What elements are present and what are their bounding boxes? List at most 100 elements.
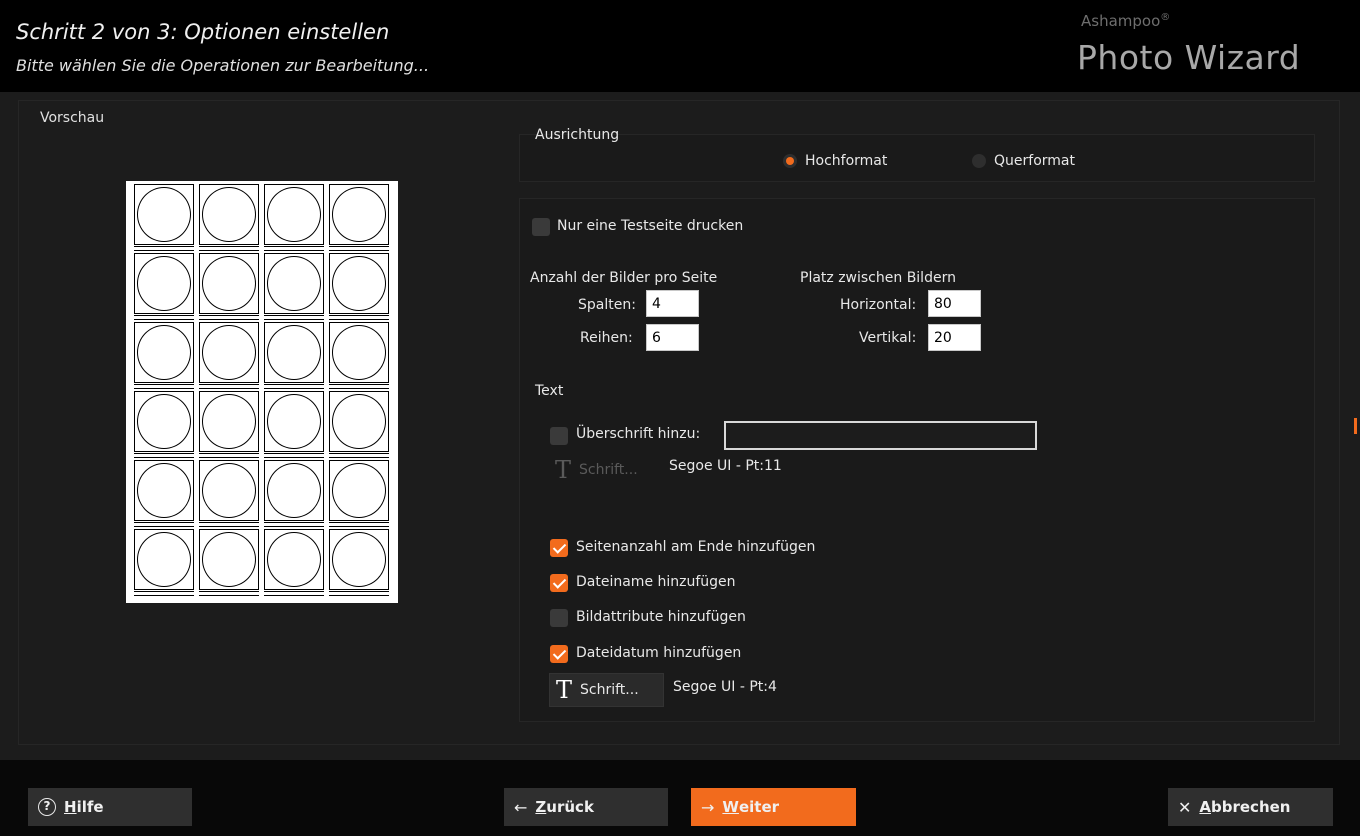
preview-thumbnail <box>329 529 389 590</box>
preview-caption-lines <box>329 453 389 458</box>
preview-caption-lines <box>134 453 194 458</box>
rows-input[interactable] <box>646 324 699 351</box>
preview-image-placeholder <box>202 325 256 380</box>
radio-landscape-label[interactable]: Querformat <box>994 153 1075 169</box>
cancel-accel: A <box>1199 798 1212 816</box>
cancel-button[interactable]: ✕ Abbrechen <box>1168 788 1333 826</box>
preview-label: Vorschau <box>40 110 105 126</box>
edge-accent <box>1354 418 1357 434</box>
heading-font-button-label: Schrift... <box>579 462 638 478</box>
brand-product: Photo Wizard <box>1077 38 1301 77</box>
preview-thumbnail <box>134 391 194 452</box>
heading-font-info: Segoe UI - Pt:11 <box>669 458 782 474</box>
back-text: urück <box>546 798 594 816</box>
footer-bar: ? Hilfe ← Zurück → Weiter ✕ Abbrechen <box>0 760 1360 836</box>
help-accel: H <box>64 798 77 816</box>
next-accel: W <box>722 798 739 816</box>
preview-image-placeholder <box>332 532 386 587</box>
step-title: Schritt 2 von 3: Optionen einstellen <box>16 20 390 44</box>
preview-image-placeholder <box>137 256 191 311</box>
image-attributes-label[interactable]: Bildattribute hinzufügen <box>576 609 746 625</box>
preview-image-placeholder <box>332 256 386 311</box>
preview-thumbnail <box>199 184 259 245</box>
preview-caption-lines <box>199 453 259 458</box>
heading-label[interactable]: Überschrift hinzu: <box>576 426 700 442</box>
preview-thumbnail <box>199 529 259 590</box>
vertical-input[interactable] <box>928 324 981 351</box>
filename-checkbox[interactable] <box>550 574 568 592</box>
test-page-checkbox[interactable] <box>532 218 550 236</box>
back-button[interactable]: ← Zurück <box>504 788 668 826</box>
font-t-icon: T <box>556 676 573 704</box>
preview-image-placeholder <box>137 325 191 380</box>
preview-thumbnail <box>199 391 259 452</box>
preview-image-placeholder <box>137 394 191 449</box>
preview-thumbnail <box>199 253 259 314</box>
preview-caption-lines <box>264 522 324 527</box>
font-t-icon: T <box>555 456 572 484</box>
spacing-label: Platz zwischen Bildern <box>800 270 956 286</box>
radio-portrait[interactable] <box>783 154 797 168</box>
preview-image-placeholder <box>137 463 191 518</box>
radio-landscape[interactable] <box>972 154 986 168</box>
preview-thumbnail <box>264 529 324 590</box>
preview-image-placeholder <box>332 187 386 242</box>
preview-thumbnail <box>264 391 324 452</box>
heading-input[interactable] <box>724 421 1037 450</box>
preview-caption-lines <box>199 315 259 320</box>
preview-thumbnail <box>329 460 389 521</box>
heading-checkbox[interactable] <box>550 427 568 445</box>
preview-thumbnail <box>199 322 259 383</box>
preview-image-placeholder <box>202 187 256 242</box>
file-date-label[interactable]: Dateidatum hinzufügen <box>576 645 741 661</box>
help-button[interactable]: ? Hilfe <box>28 788 192 826</box>
next-button[interactable]: → Weiter <box>691 788 856 826</box>
horizontal-label: Horizontal: <box>840 297 917 313</box>
preview-thumbnail <box>264 460 324 521</box>
preview-caption-lines <box>199 591 259 596</box>
header-bar: Schritt 2 von 3: Optionen einstellen Bit… <box>0 0 1360 92</box>
font-button-label: Schrift... <box>580 682 639 698</box>
registered-mark: ® <box>1160 12 1171 23</box>
heading-font-button[interactable]: T Schrift... <box>549 453 659 487</box>
back-accel: Z <box>535 798 547 816</box>
preview-caption-lines <box>264 453 324 458</box>
columns-input[interactable] <box>646 290 699 317</box>
preview-image-placeholder <box>202 394 256 449</box>
font-button[interactable]: T Schrift... <box>549 673 664 707</box>
preview-image-placeholder <box>267 256 321 311</box>
test-page-label[interactable]: Nur eine Testseite drucken <box>557 218 743 234</box>
horizontal-input[interactable] <box>928 290 981 317</box>
preview-caption-lines <box>134 246 194 251</box>
filename-label[interactable]: Dateiname hinzufügen <box>576 574 736 590</box>
preview-image-placeholder <box>332 463 386 518</box>
page-count-checkbox[interactable] <box>550 539 568 557</box>
page-count-label[interactable]: Seitenanzahl am Ende hinzufügen <box>576 539 815 555</box>
arrow-right-icon: → <box>701 797 715 817</box>
preview-image-placeholder <box>267 187 321 242</box>
preview-caption-lines <box>329 384 389 389</box>
help-icon: ? <box>38 798 56 816</box>
preview-thumbnail <box>329 322 389 383</box>
radio-portrait-label[interactable]: Hochformat <box>805 153 887 169</box>
image-attributes-checkbox[interactable] <box>550 609 568 627</box>
images-per-page-label: Anzahl der Bilder pro Seite <box>530 270 718 286</box>
help-text: ilfe <box>76 798 104 816</box>
preview-caption-lines <box>134 315 194 320</box>
columns-label: Spalten: <box>578 297 636 313</box>
text-section-label: Text <box>535 383 564 399</box>
file-date-checkbox[interactable] <box>550 645 568 663</box>
preview-caption-lines <box>329 315 389 320</box>
rows-label: Reihen: <box>580 330 633 346</box>
preview-caption-lines <box>134 591 194 596</box>
orientation-group <box>519 134 1315 182</box>
preview-image-placeholder <box>267 532 321 587</box>
step-subtitle: Bitte wählen Sie die Operationen zur Bea… <box>16 56 430 75</box>
preview-image-placeholder <box>332 394 386 449</box>
preview-caption-lines <box>134 384 194 389</box>
preview-caption-lines <box>329 246 389 251</box>
preview-caption-lines <box>264 246 324 251</box>
preview-image-placeholder <box>137 532 191 587</box>
preview-caption-lines <box>134 522 194 527</box>
preview-thumbnail <box>134 529 194 590</box>
